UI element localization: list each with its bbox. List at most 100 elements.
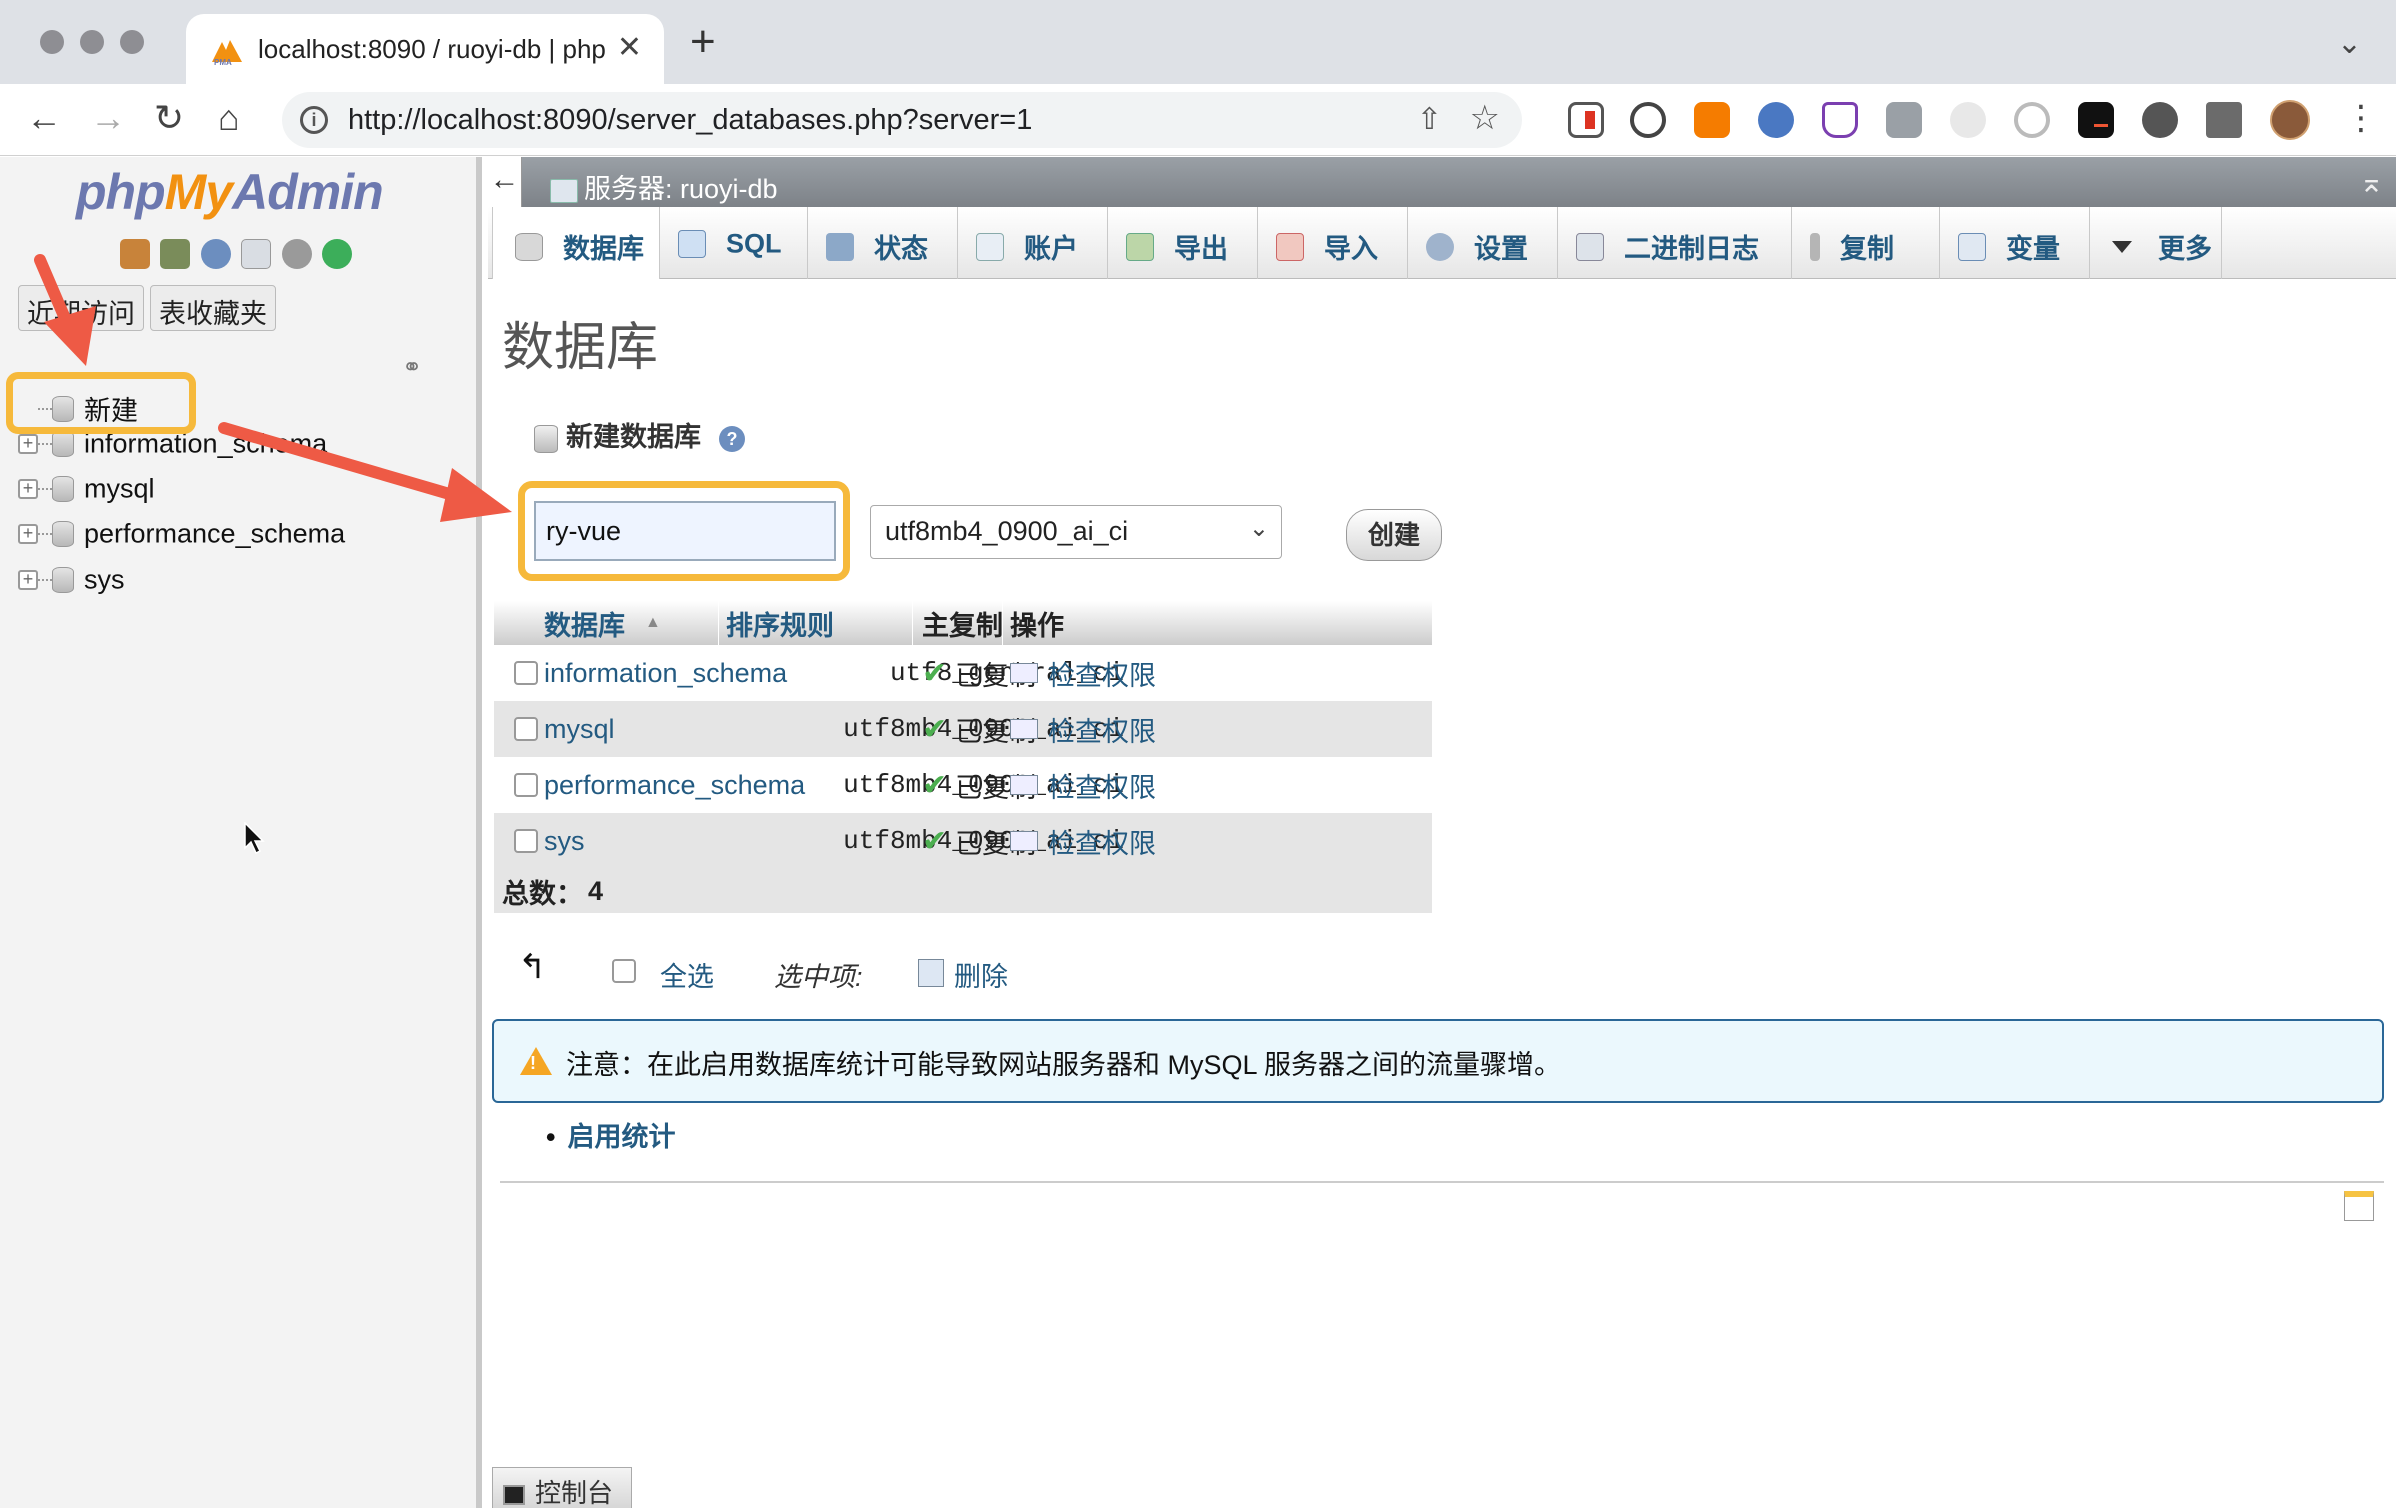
browser-menu-icon[interactable]: ⋮ — [2344, 98, 2378, 138]
new-tab-button[interactable]: + — [690, 20, 716, 64]
tab-import[interactable]: 导入 — [1258, 207, 1408, 279]
reload-icon[interactable]: ↻ — [154, 98, 184, 138]
collapse-navigation-icon[interactable]: ← — [488, 157, 522, 207]
database-icon — [52, 566, 74, 593]
extension-globe-icon[interactable] — [2142, 102, 2178, 138]
scroll-top-icon[interactable]: ⌅ — [2359, 165, 2384, 200]
database-link[interactable]: information_schema — [544, 645, 787, 701]
extension-sync-icon[interactable] — [1630, 102, 1666, 138]
page-settings-icon[interactable] — [2344, 1191, 2374, 1221]
server-breadcrumb-bar: ← 服务器: ruoyi-db ⌅ — [488, 157, 2396, 207]
tab-databases[interactable]: 数据库 — [492, 207, 660, 279]
column-separator — [1002, 601, 1003, 645]
privileges-icon — [1010, 719, 1038, 739]
window-minimize-button[interactable] — [80, 30, 104, 54]
expand-icon[interactable]: + — [18, 523, 38, 544]
link-with-main-icon[interactable]: ⚭ — [402, 353, 422, 382]
tree-item-performance-schema[interactable]: + performance_schema — [18, 517, 345, 557]
tab-more[interactable]: 更多 — [2090, 207, 2222, 279]
extension-terminal-icon[interactable] — [2078, 102, 2114, 138]
check-privileges-link[interactable]: 检查权限 — [1010, 813, 1156, 869]
tab-replication[interactable]: 复制 — [1792, 207, 1940, 279]
expand-icon[interactable]: + — [18, 569, 38, 590]
tree-item-sys[interactable]: + sys — [18, 563, 125, 603]
column-header-collation[interactable]: 排序规则 — [726, 601, 834, 645]
favorites-tab[interactable]: 表收藏夹 — [150, 285, 276, 331]
settings-icon[interactable] — [281, 239, 312, 269]
row-checkbox[interactable] — [514, 661, 538, 685]
database-icon — [52, 475, 74, 502]
tab-binary-log[interactable]: 二进制日志 — [1558, 207, 1792, 279]
replication-icon — [1810, 232, 1820, 261]
extension-office-icon[interactable] — [1886, 102, 1922, 138]
create-button[interactable]: 创建 — [1346, 509, 1442, 561]
table-header-row: 数据库 ▲ 排序规则 主复制 操作 — [494, 601, 1432, 645]
forward-icon[interactable]: → — [90, 98, 126, 138]
site-info-icon[interactable]: i — [300, 106, 328, 134]
check-privileges-link[interactable]: 检查权限 — [1010, 645, 1156, 701]
home-icon[interactable] — [120, 239, 150, 269]
collation-value: utf8mb4_0900_ai_ci — [885, 516, 1129, 546]
drop-icon[interactable] — [918, 959, 944, 987]
window-zoom-button[interactable] — [120, 30, 144, 54]
extension-ring-icon[interactable] — [2014, 102, 2050, 138]
collation-select[interactable]: utf8mb4_0900_ai_ci ⌄ — [870, 505, 1282, 559]
row-checkbox[interactable] — [514, 829, 538, 853]
tab-accounts[interactable]: 账户 — [958, 207, 1108, 279]
tree-item-new[interactable]: 新建 — [18, 389, 138, 429]
row-checkbox[interactable] — [514, 773, 538, 797]
tab-close-icon[interactable]: ✕ — [617, 30, 642, 65]
database-name-input[interactable] — [534, 501, 836, 561]
tab-settings[interactable]: 设置 — [1408, 207, 1558, 279]
home-icon[interactable]: ⌂ — [218, 98, 240, 138]
browser-tab[interactable]: PMA localhost:8090 / ruoyi-db | php ✕ — [186, 14, 664, 86]
extension-blue-circle-icon[interactable] — [1758, 102, 1794, 138]
expand-icon[interactable]: + — [18, 433, 38, 454]
tree-item-mysql[interactable]: + mysql — [18, 472, 155, 512]
column-separator — [912, 601, 913, 645]
select-all-label[interactable]: 全选 — [660, 955, 714, 994]
check-privileges-link[interactable]: 检查权限 — [1010, 757, 1156, 813]
select-all-checkbox[interactable] — [612, 959, 636, 983]
column-header-database[interactable]: 数据库 ▲ — [544, 601, 661, 645]
extension-red-icon[interactable] — [1568, 102, 1604, 138]
url-text[interactable]: http://localhost:8090/server_databases.p… — [348, 104, 1032, 137]
database-link[interactable]: performance_schema — [544, 757, 805, 813]
check-privileges-link[interactable]: 检查权限 — [1010, 701, 1156, 757]
tab-variables[interactable]: 变量 — [1940, 207, 2090, 279]
extension-gear-icon[interactable] — [1950, 102, 1986, 138]
database-link[interactable]: sys — [544, 813, 585, 869]
extension-chart-icon[interactable] — [1694, 102, 1730, 138]
binlog-icon — [1576, 232, 1604, 261]
tab-export[interactable]: 导出 — [1108, 207, 1258, 279]
recent-tab[interactable]: 近期访问 — [18, 285, 144, 331]
help-icon[interactable]: ? — [719, 425, 745, 452]
tab-search-icon[interactable]: ⌄ — [2337, 26, 2362, 61]
table-row: information_schema utf8_general_ci ✔ 已复制 … — [494, 645, 1432, 701]
address-bar[interactable]: i http://localhost:8090/server_databases… — [282, 92, 1522, 148]
profile-avatar[interactable] — [2270, 100, 2310, 140]
phpmyadmin-logo[interactable]: phpMyAdmin — [76, 163, 384, 221]
help-icon[interactable] — [200, 239, 231, 269]
back-icon[interactable]: ← — [26, 98, 62, 138]
drop-button[interactable]: 删除 — [954, 955, 1008, 994]
exit-icon[interactable] — [160, 239, 191, 269]
docs-icon[interactable] — [241, 239, 272, 269]
bookmark-star-icon[interactable]: ☆ — [1470, 98, 1500, 138]
expand-icon[interactable]: + — [18, 478, 38, 499]
tab-status[interactable]: 状态 — [808, 207, 958, 279]
reload-icon[interactable] — [322, 239, 353, 269]
server-label: 服务器: ruoyi-db — [584, 174, 778, 204]
enable-statistics-link[interactable]: • 启用统计 — [546, 1115, 675, 1154]
console-toggle[interactable]: 控制台 — [492, 1467, 632, 1508]
tree-item-information-schema[interactable]: + information_schema — [18, 427, 327, 467]
extension-flask-icon[interactable] — [1822, 102, 1858, 138]
navigation-icons — [120, 239, 358, 273]
window-close-button[interactable] — [40, 30, 64, 54]
tab-sql[interactable]: SQL — [660, 207, 808, 279]
share-icon[interactable]: ⇧ — [1417, 102, 1442, 137]
row-checkbox[interactable] — [514, 717, 538, 741]
puzzle-icon[interactable] — [2206, 102, 2242, 138]
database-link[interactable]: mysql — [544, 701, 615, 757]
server-breadcrumb[interactable]: 服务器: ruoyi-db — [550, 167, 778, 206]
